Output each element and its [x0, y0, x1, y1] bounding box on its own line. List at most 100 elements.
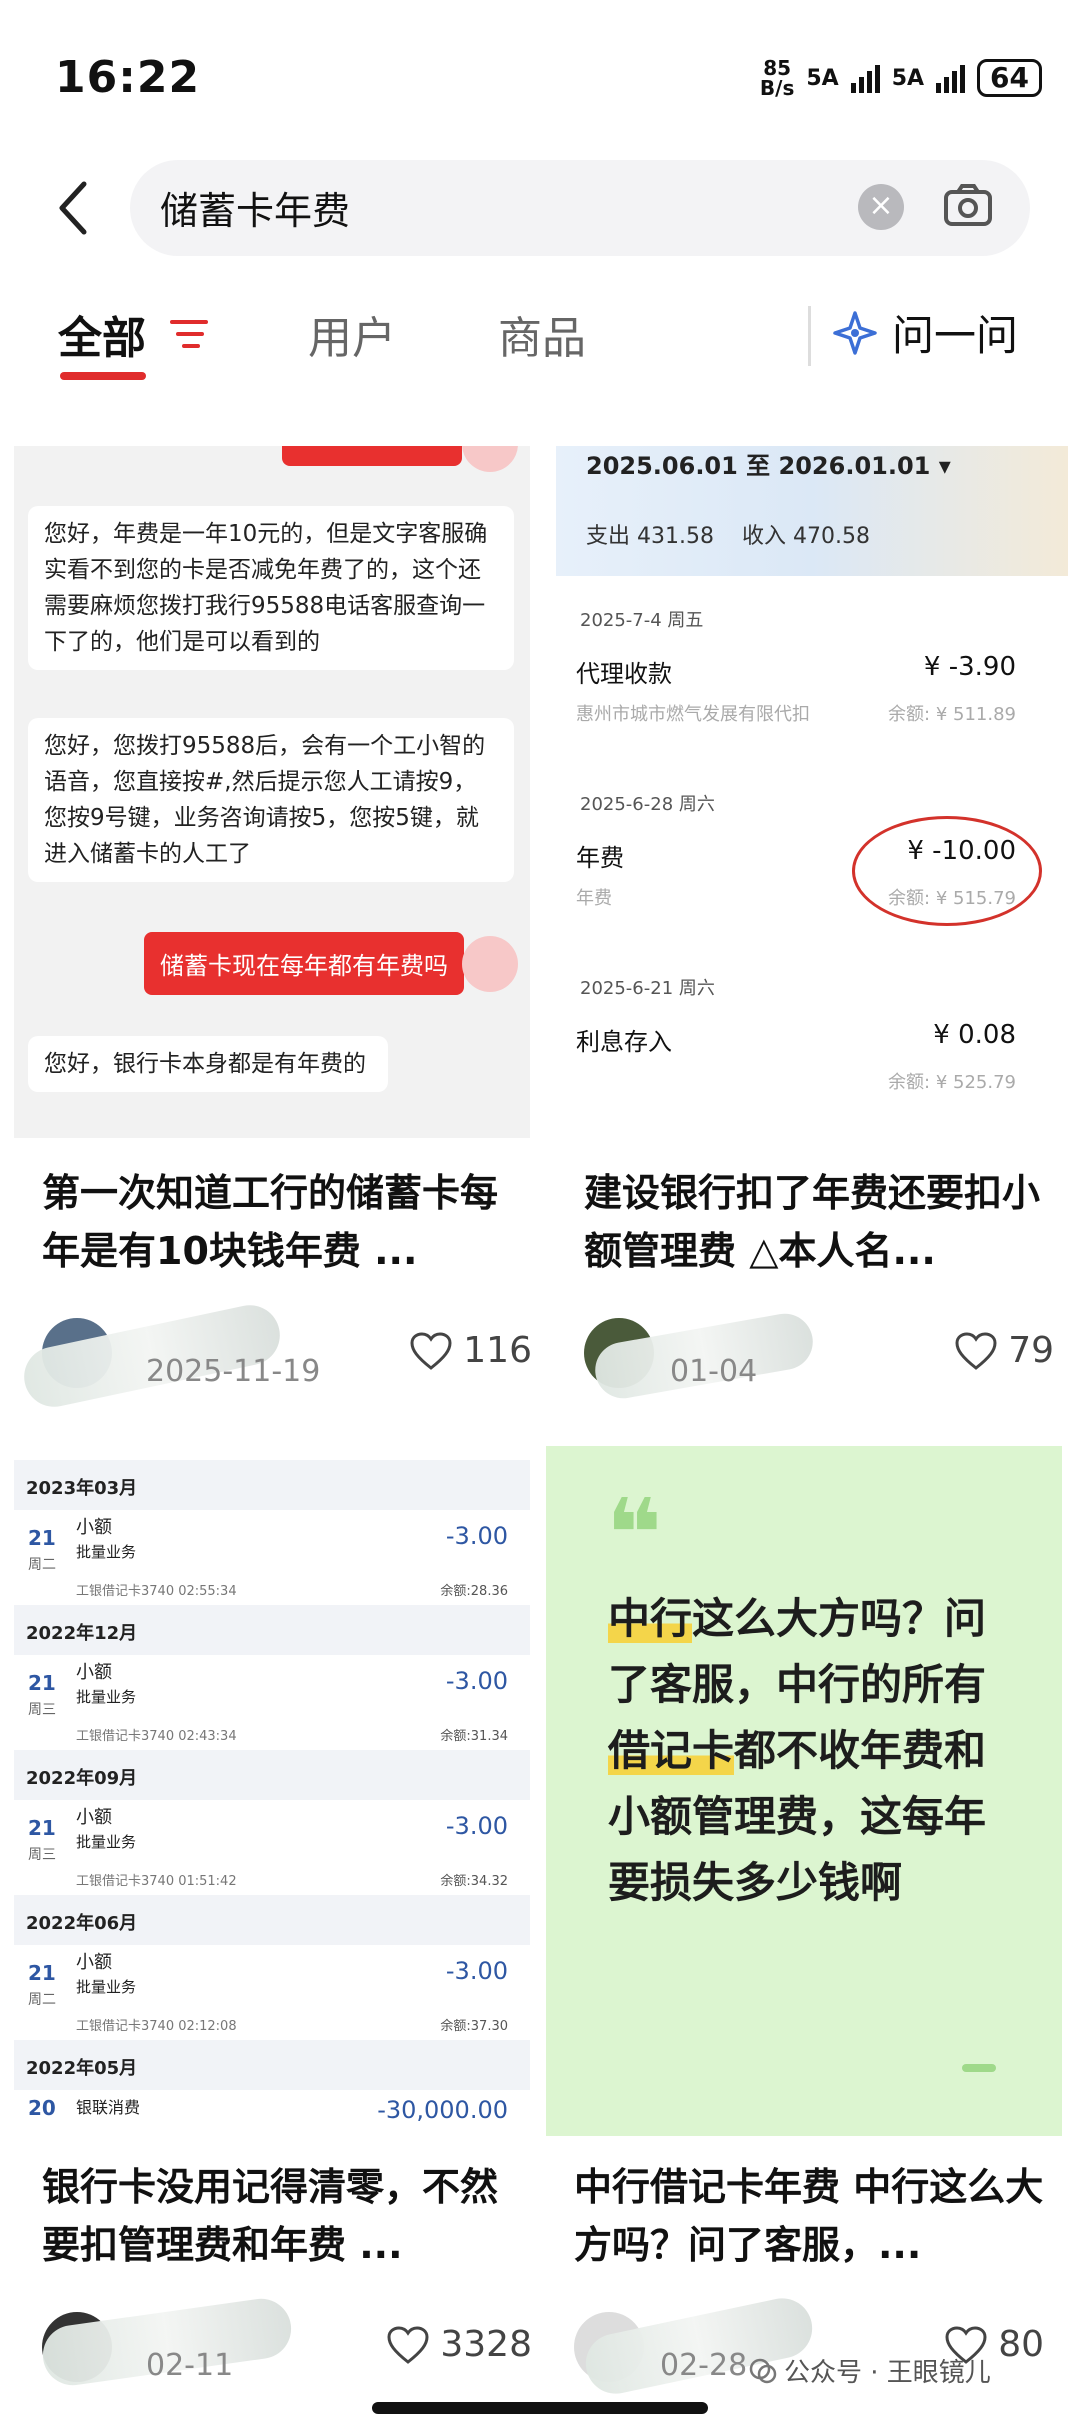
result-card[interactable]: 您好，年费是一年10元的，但是文字客服确实看不到您的卡是否减免年费了的，这个还需… — [14, 446, 530, 1428]
sparkle-icon — [833, 310, 877, 355]
sim1-label: 5A — [806, 65, 839, 91]
month-header: 2022年09月 — [14, 1750, 530, 1800]
income-summary: 收入 470.58 — [742, 518, 870, 550]
tab-products[interactable]: 商品 — [498, 302, 586, 366]
user-avatar-icon — [462, 936, 518, 992]
entry-name: 利息存入 — [576, 1028, 672, 1056]
net-speed-value: 85 — [763, 56, 792, 80]
transaction-amount: -3.00 — [445, 1667, 508, 1695]
card-meta: 01-04 79 — [584, 1309, 1054, 1403]
clear-icon[interactable]: × — [858, 184, 904, 230]
camera-search-icon[interactable] — [940, 178, 996, 234]
card-image-quote: ❝ 中行这么大方吗？问了客服，中行的所有借记卡都不收年费和小额管理费，这每年要损… — [546, 1446, 1062, 2136]
chevron-down-icon: ▾ — [938, 452, 951, 480]
quote-text: 中行这么大方吗？问了客服，中行的所有借记卡都不收年费和小额管理费，这每年要损失多… — [608, 1586, 1008, 1916]
date-range[interactable]: 2025.06.01 至 2026.01.01 ▾ — [586, 446, 951, 481]
ask-button[interactable]: 问一问 — [832, 302, 1018, 363]
transaction-detail: 批量业务 — [76, 1833, 137, 1851]
post-date: 2025-11-19 — [146, 1354, 321, 1389]
weekday: 周三 — [28, 1702, 56, 1718]
income-value: 470.58 — [793, 524, 870, 549]
entry-date: 2025-7-4 周五 — [580, 610, 704, 631]
transaction-detail: 批量业务 — [76, 1543, 137, 1561]
like-button[interactable]: 3328 — [386, 2324, 530, 2365]
user-avatar-icon — [462, 446, 518, 472]
net-speed-unit: B/s — [759, 76, 795, 100]
active-tab-indicator — [60, 372, 146, 380]
transaction-type: 小额 — [76, 1517, 112, 1538]
result-card[interactable]: ❝ 中行这么大方吗？问了客服，中行的所有借记卡都不收年费和小额管理费，这每年要损… — [546, 1446, 1062, 2400]
day-number: 21 — [28, 1526, 56, 1550]
card-title[interactable]: 中行借记卡年费 中行这么大方吗？问了客服，... — [574, 2158, 1054, 2274]
month-header: 2022年12月 — [14, 1605, 530, 1655]
weekday: 周二 — [28, 1557, 56, 1573]
balance: 余额:31.34 — [440, 1729, 508, 1744]
search-query[interactable]: 储蓄卡年费 — [160, 180, 350, 235]
card-image-chat: 您好，年费是一年10元的，但是文字客服确实看不到您的卡是否减免年费了的，这个还需… — [14, 446, 530, 1138]
battery-icon: 64 — [977, 59, 1042, 97]
card-meta: 2025-11-19 116 — [18, 1299, 530, 1413]
entry-date: 2025-6-21 周六 — [580, 978, 715, 999]
entry-balance: 余额: ¥ 511.89 — [888, 704, 1016, 725]
post-date: 02-11 — [146, 2348, 234, 2383]
like-count: 79 — [1008, 1330, 1054, 1371]
filter-icon[interactable] — [168, 318, 210, 350]
sim2-label: 5A — [891, 65, 925, 91]
account-info: 工银借记卡3740 02:55:34 — [76, 1584, 237, 1599]
result-card[interactable]: 2023年03月 21 周二 小额 批量业务 -3.00 工银借记卡3740 02:55:3… — [14, 1450, 530, 2400]
like-count: 3328 — [440, 2324, 530, 2365]
clock: 16:22 — [55, 52, 201, 103]
chat-bubble-user: 储蓄卡现在每年都有年费吗 — [144, 932, 464, 995]
tab-all[interactable]: 全部 — [58, 302, 146, 366]
chat-bubble-agent: 您好，银行卡本身都是有年费的 — [28, 1036, 388, 1092]
entry-sub: 年费 — [576, 888, 612, 909]
day-number: 21 — [28, 1671, 56, 1695]
like-button[interactable]: 79 — [954, 1330, 1054, 1371]
statement-header: 2025.06.01 至 2026.01.01 ▾ 支出 431.58 收入 4… — [556, 446, 1068, 576]
entry-amount: ¥ 0.08 — [933, 1020, 1016, 1050]
date-range-label: 2025.06.01 至 2026.01.01 — [586, 452, 931, 480]
month-header: 2022年05月 — [14, 2040, 530, 2090]
chat-bubble-user — [282, 446, 462, 466]
transaction-amount: -3.00 — [445, 1522, 508, 1550]
transaction-amount: -3.00 — [445, 1812, 508, 1840]
like-count: 116 — [463, 1330, 530, 1371]
heart-icon — [410, 1331, 452, 1370]
like-button[interactable]: 116 — [409, 1330, 530, 1371]
transaction-amount: -30,000.00 — [377, 2096, 508, 2124]
transaction-type: 银联消费 — [76, 2098, 141, 2117]
chat-bubble-agent: 您好，您拨打95588后，会有一个工小智的语音，您直接按#,然后提示您人工请按9… — [28, 718, 514, 882]
tab-users[interactable]: 用户 — [308, 302, 396, 366]
card-meta: 02-11 3328 — [39, 2294, 530, 2392]
entry-date: 2025-6-28 周六 — [580, 794, 715, 815]
home-indicator[interactable] — [372, 2402, 708, 2414]
account-info: 工银借记卡3740 02:12:08 — [76, 2019, 237, 2034]
chat-bubble-agent: 您好，年费是一年10元的，但是文字客服确实看不到您的卡是否减免年费了的，这个还需… — [28, 506, 514, 670]
red-circle-annotation — [852, 816, 1042, 926]
status-icons: 85 B/s 5A 5A 64 — [760, 58, 1042, 98]
transaction-type: 小额 — [76, 1807, 112, 1828]
quote-highlight: 中行 — [608, 1594, 693, 1643]
result-card[interactable]: 2025.06.01 至 2026.01.01 ▾ 支出 431.58 收入 4… — [556, 446, 1068, 1428]
account-info: 工银借记卡3740 02:43:34 — [76, 1729, 237, 1744]
like-count: 80 — [998, 2324, 1044, 2365]
entry-sub: 惠州市城市燃气发展有限代扣 — [576, 704, 810, 725]
heart-icon — [955, 1331, 997, 1370]
weekday: 周二 — [28, 1992, 56, 2008]
back-arrow-icon[interactable] — [50, 178, 100, 238]
card-title[interactable]: 建设银行扣了年费还要扣小额管理费 △本人名... — [584, 1164, 1064, 1280]
entry-amount: ¥ -3.90 — [923, 652, 1016, 682]
post-date: 01-04 — [670, 1354, 758, 1389]
quote-icon: ❝ — [606, 1478, 663, 1590]
card-image-transactions: 2023年03月 21 周二 小额 批量业务 -3.00 工银借记卡3740 02:55:3… — [14, 1450, 530, 2140]
search-input[interactable]: 储蓄卡年费 × — [130, 160, 1030, 256]
signal-icon — [850, 63, 880, 93]
entry-balance: 余额: ¥ 525.79 — [888, 1072, 1016, 1093]
expense-label: 支出 — [586, 524, 631, 549]
card-title[interactable]: 银行卡没用记得清零，不然要扣管理费和年费 ... — [42, 2158, 522, 2274]
transaction-detail: 批量业务 — [76, 1978, 137, 1996]
transaction-type: 小额 — [76, 1662, 112, 1683]
watermark-text: 公众号 · 王眼镜儿 — [784, 2358, 991, 2388]
card-title[interactable]: 第一次知道工行的储蓄卡每年是有10块钱年费 ... — [42, 1164, 522, 1280]
income-label: 收入 — [742, 524, 787, 549]
